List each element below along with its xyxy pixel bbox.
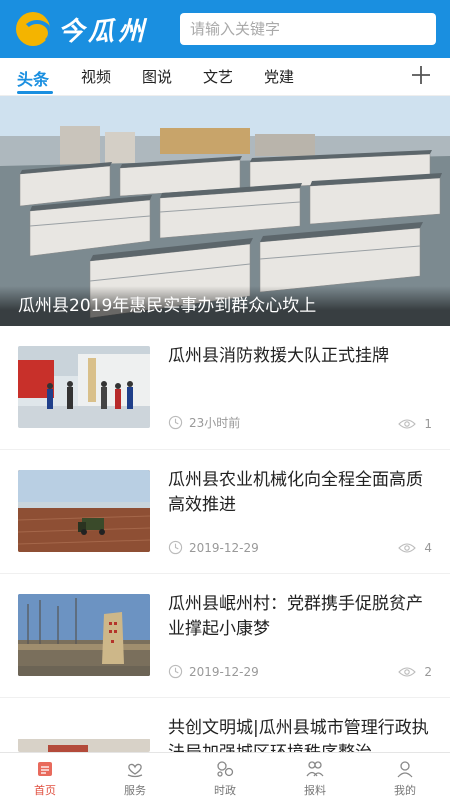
user-icon — [397, 761, 413, 778]
bubbles-icon — [217, 761, 234, 777]
nav-politics-label: 时政 — [214, 784, 236, 797]
news-item[interactable]: 共创文明城|瓜州县城市管理行政执法局加强城区环境秩序整治 — [0, 698, 450, 752]
nav-service[interactable]: 服务 — [90, 753, 180, 800]
eye-icon — [398, 419, 417, 429]
news-views: 4 — [398, 541, 432, 555]
clock-icon — [168, 664, 183, 679]
heart-hand-icon — [127, 763, 143, 778]
hero-caption: 瓜州县2019年惠民实事办到群众心坎上 — [18, 296, 317, 316]
news-title: 共创文明城|瓜州县城市管理行政执法局加强城区环境秩序整治 — [168, 718, 429, 752]
nav-service-label: 服务 — [124, 784, 146, 797]
app-header: 今瓜州 — [0, 0, 450, 58]
clock-icon — [168, 540, 183, 555]
nav-report-label: 报料 — [304, 784, 326, 797]
nav-home-label: 首页 — [34, 784, 56, 797]
nav-mine-label: 我的 — [394, 784, 416, 797]
news-views-count: 4 — [424, 541, 432, 555]
nav-home[interactable]: 首页 — [0, 753, 90, 800]
fire-brigade-photo — [18, 346, 150, 428]
nav-mine[interactable]: 我的 — [360, 753, 450, 800]
news-title: 瓜州县消防救援大队正式挂牌 — [168, 346, 389, 366]
news-views-count: 1 — [424, 417, 432, 431]
news-time-text: 2019-12-29 — [189, 540, 259, 555]
news-item[interactable]: 瓜州县消防救援大队正式挂牌 23小时前 1 — [0, 326, 450, 450]
news-time: 2019-12-29 — [168, 664, 259, 679]
tab-tushuo[interactable]: 图说 — [142, 66, 172, 87]
farm-field-photo — [18, 470, 150, 552]
nav-report[interactable]: 报料 — [270, 753, 360, 800]
tab-dangjian[interactable]: 党建 — [264, 66, 294, 87]
eye-icon — [398, 667, 417, 677]
plus-icon[interactable] — [410, 64, 432, 86]
clock-icon — [168, 415, 183, 430]
tab-toutiao[interactable]: 头条 — [17, 66, 49, 90]
active-tab-indicator — [17, 91, 53, 94]
app-logo[interactable]: 今瓜州 — [16, 10, 156, 48]
nav-politics[interactable]: 时政 — [180, 753, 270, 800]
search-input[interactable] — [180, 13, 436, 45]
eye-icon — [398, 543, 417, 553]
news-time: 2019-12-29 — [168, 540, 259, 555]
home-icon — [38, 762, 52, 776]
city-photo — [18, 738, 150, 752]
people-icon — [306, 761, 324, 777]
news-views: 2 — [398, 665, 432, 679]
news-views: 1 — [398, 417, 432, 431]
news-views-count: 2 — [424, 665, 432, 679]
tab-wenyi[interactable]: 文艺 — [203, 66, 233, 87]
news-time: 23小时前 — [168, 414, 240, 431]
bottom-nav: 首页 服务 时政 报料 我的 — [0, 752, 450, 800]
channel-tabs: 头条 视频 图说 文艺 党建 — [0, 58, 450, 96]
news-title: 瓜州县农业机械化向全程全面高质高效推进 — [168, 470, 423, 515]
news-title: 瓜州县岷州村：党群携手促脱贫产业撑起小康梦 — [168, 594, 423, 639]
tab-video[interactable]: 视频 — [81, 66, 111, 87]
news-item[interactable]: 瓜州县岷州村：党群携手促脱贫产业撑起小康梦 2019-12-29 2 — [0, 574, 450, 698]
hero-banner[interactable]: 瓜州县2019年惠民实事办到群众心坎上 — [0, 96, 450, 326]
village-stone-photo — [18, 594, 150, 676]
logo-mark-icon — [16, 12, 50, 46]
news-time-text: 2019-12-29 — [189, 664, 259, 679]
news-item[interactable]: 瓜州县农业机械化向全程全面高质高效推进 2019-12-29 4 — [0, 450, 450, 574]
logo-text: 今瓜州 — [58, 16, 149, 47]
news-time-text: 23小时前 — [189, 416, 241, 430]
